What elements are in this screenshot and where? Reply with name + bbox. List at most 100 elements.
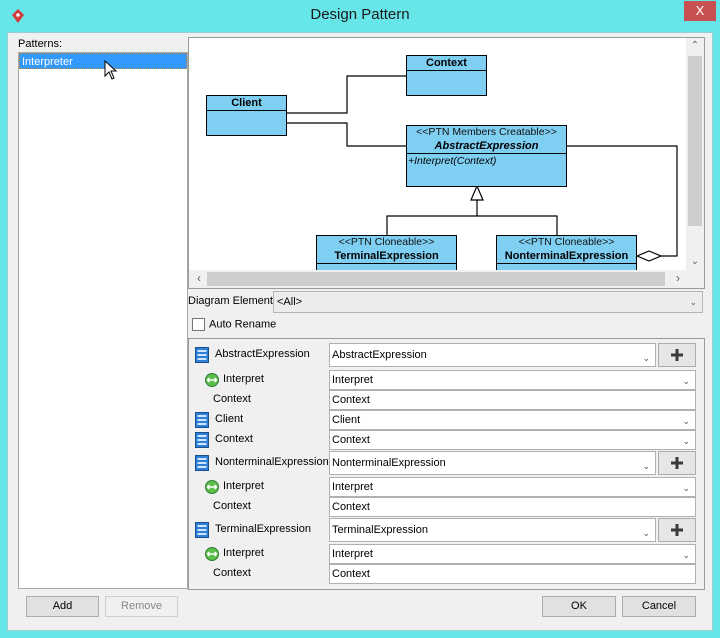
scroll-left-icon[interactable]: ‹ bbox=[191, 271, 207, 285]
scroll-down-icon[interactable]: ⌄ bbox=[686, 256, 704, 267]
mapping-value: Interpret bbox=[332, 548, 373, 560]
class-icon bbox=[195, 347, 209, 366]
mapping-value: Interpret bbox=[332, 481, 373, 493]
mapping-select[interactable]: AbstractExpression ⌄ bbox=[329, 343, 656, 367]
class-stereotype: <<PTN Members Creatable>> bbox=[416, 126, 557, 138]
mapping-select[interactable]: NonterminalExpression ⌄ bbox=[329, 451, 656, 475]
mapping-select[interactable]: TerminalExpression ⌄ bbox=[329, 518, 656, 542]
mapping-row-parameter: Context Context bbox=[189, 497, 706, 517]
class-icon bbox=[195, 432, 209, 451]
mapping-label: NonterminalExpression bbox=[215, 456, 329, 468]
mapping-select[interactable]: Client ⌄ bbox=[329, 410, 696, 430]
ok-button[interactable]: OK bbox=[542, 596, 616, 617]
plus-icon bbox=[671, 349, 683, 361]
class-context[interactable]: Context bbox=[406, 55, 487, 96]
mapping-select[interactable]: Interpret ⌄ bbox=[329, 477, 696, 497]
mapping-value: Context bbox=[332, 568, 370, 580]
chevron-down-icon: ⌄ bbox=[682, 483, 690, 493]
pattern-item-interpreter[interactable]: Interpreter bbox=[19, 53, 187, 69]
add-button[interactable]: Add bbox=[26, 596, 99, 617]
diagram-element-value: <All> bbox=[277, 296, 303, 308]
mapping-value: Context bbox=[332, 394, 370, 406]
mapping-label: Context bbox=[215, 433, 253, 445]
mapping-label: TerminalExpression bbox=[215, 523, 311, 535]
mapping-input[interactable]: Context bbox=[329, 497, 696, 517]
mapping-row-operation: Interpret Interpret ⌄ bbox=[189, 370, 706, 390]
chevron-down-icon: ⌄ bbox=[642, 528, 650, 538]
class-icon bbox=[195, 522, 209, 541]
mapping-label: AbstractExpression bbox=[215, 348, 310, 360]
mapping-value: Context bbox=[332, 501, 370, 513]
chevron-down-icon: ⌄ bbox=[689, 297, 697, 307]
scroll-up-icon[interactable]: ⌃ bbox=[686, 40, 704, 51]
horizontal-scroll-thumb[interactable] bbox=[207, 272, 665, 286]
class-terminal-expression[interactable]: <<PTN Cloneable>> TerminalExpression bbox=[316, 235, 457, 275]
class-name: NonterminalExpression bbox=[504, 250, 629, 262]
plus-icon bbox=[671, 457, 683, 469]
remove-button[interactable]: Remove bbox=[105, 596, 178, 617]
mouse-cursor-icon bbox=[104, 60, 118, 80]
diagram-element-select[interactable]: <All> ⌄ bbox=[273, 291, 703, 313]
mapping-value: Context bbox=[332, 434, 370, 446]
diagram-horizontal-scrollbar[interactable]: ‹ › bbox=[189, 270, 704, 288]
generalization-arrow bbox=[470, 184, 484, 201]
class-name: AbstractExpression bbox=[434, 140, 539, 152]
generalization-lines bbox=[386, 200, 558, 236]
mapping-label: Context bbox=[213, 393, 251, 405]
chevron-down-icon: ⌄ bbox=[642, 353, 650, 363]
mapping-label: Interpret bbox=[223, 547, 264, 559]
class-client[interactable]: Client bbox=[206, 95, 287, 136]
add-mapping-button[interactable] bbox=[658, 518, 696, 542]
mapping-row-class: Context Context ⌄ bbox=[189, 430, 706, 450]
add-mapping-button[interactable] bbox=[658, 343, 696, 367]
close-button[interactable]: X bbox=[684, 1, 716, 21]
operation-icon bbox=[204, 547, 220, 564]
auto-rename-option[interactable]: Auto Rename bbox=[192, 318, 276, 331]
mapping-select[interactable]: Context ⌄ bbox=[329, 430, 696, 450]
client-context-association bbox=[287, 75, 407, 114]
mapping-select[interactable]: Interpret ⌄ bbox=[329, 370, 696, 390]
mapping-row-parameter: Context Context bbox=[189, 564, 706, 584]
operation-icon bbox=[204, 373, 220, 390]
mapping-label: Context bbox=[213, 567, 251, 579]
class-abstract-expression[interactable]: <<PTN Members Creatable>> AbstractExpres… bbox=[406, 125, 567, 187]
class-nonterminal-expression[interactable]: <<PTN Cloneable>> NonterminalExpression bbox=[496, 235, 637, 275]
mapping-label: Client bbox=[215, 413, 244, 425]
patterns-list[interactable]: Interpreter bbox=[18, 52, 188, 589]
auto-rename-checkbox[interactable] bbox=[192, 318, 205, 331]
diagram-element-label: Diagram Element bbox=[188, 295, 273, 307]
client-abstract-association bbox=[287, 122, 407, 147]
class-name: TerminalExpression bbox=[334, 250, 439, 262]
operation-icon bbox=[204, 480, 220, 497]
diagram-vertical-scrollbar[interactable]: ⌃ ⌄ bbox=[686, 38, 704, 272]
mapping-input[interactable]: Context bbox=[329, 564, 696, 584]
add-mapping-button[interactable] bbox=[658, 451, 696, 475]
mapping-label: Interpret bbox=[223, 480, 264, 492]
chevron-down-icon: ⌄ bbox=[642, 461, 650, 471]
class-icon bbox=[195, 455, 209, 474]
mapping-select[interactable]: Interpret ⌄ bbox=[329, 544, 696, 564]
cancel-button[interactable]: Cancel bbox=[622, 596, 696, 617]
vertical-scroll-thumb[interactable] bbox=[688, 56, 702, 226]
mapping-row-class: TerminalExpression TerminalExpression ⌄ bbox=[189, 518, 706, 542]
class-name: Client bbox=[231, 97, 262, 109]
mapping-value: Interpret bbox=[332, 374, 373, 386]
mapping-row-class: AbstractExpression AbstractExpression ⌄ bbox=[189, 343, 706, 367]
mapping-input[interactable]: Context bbox=[329, 390, 696, 410]
class-stereotype: <<PTN Cloneable>> bbox=[338, 236, 435, 248]
window-title: Design Pattern bbox=[310, 6, 410, 23]
mapping-value: NonterminalExpression bbox=[332, 457, 446, 469]
class-name: Context bbox=[426, 57, 467, 69]
class-operation: +Interpret(Context) bbox=[408, 155, 497, 167]
chevron-down-icon: ⌄ bbox=[682, 550, 690, 560]
class-stereotype: <<PTN Cloneable>> bbox=[518, 236, 615, 248]
mapping-row-class: NonterminalExpression NonterminalExpressi… bbox=[189, 451, 706, 475]
plus-icon bbox=[671, 524, 683, 536]
diagram-preview[interactable]: Context Client <<PTN Members Creatable>>… bbox=[188, 37, 705, 289]
mapping-row-parameter: Context Context bbox=[189, 390, 706, 410]
chevron-down-icon: ⌄ bbox=[682, 416, 690, 426]
scroll-right-icon[interactable]: › bbox=[670, 271, 686, 285]
mapping-value: AbstractExpression bbox=[332, 349, 427, 361]
mapping-value: Client bbox=[332, 414, 361, 426]
mapping-value: TerminalExpression bbox=[332, 524, 428, 536]
